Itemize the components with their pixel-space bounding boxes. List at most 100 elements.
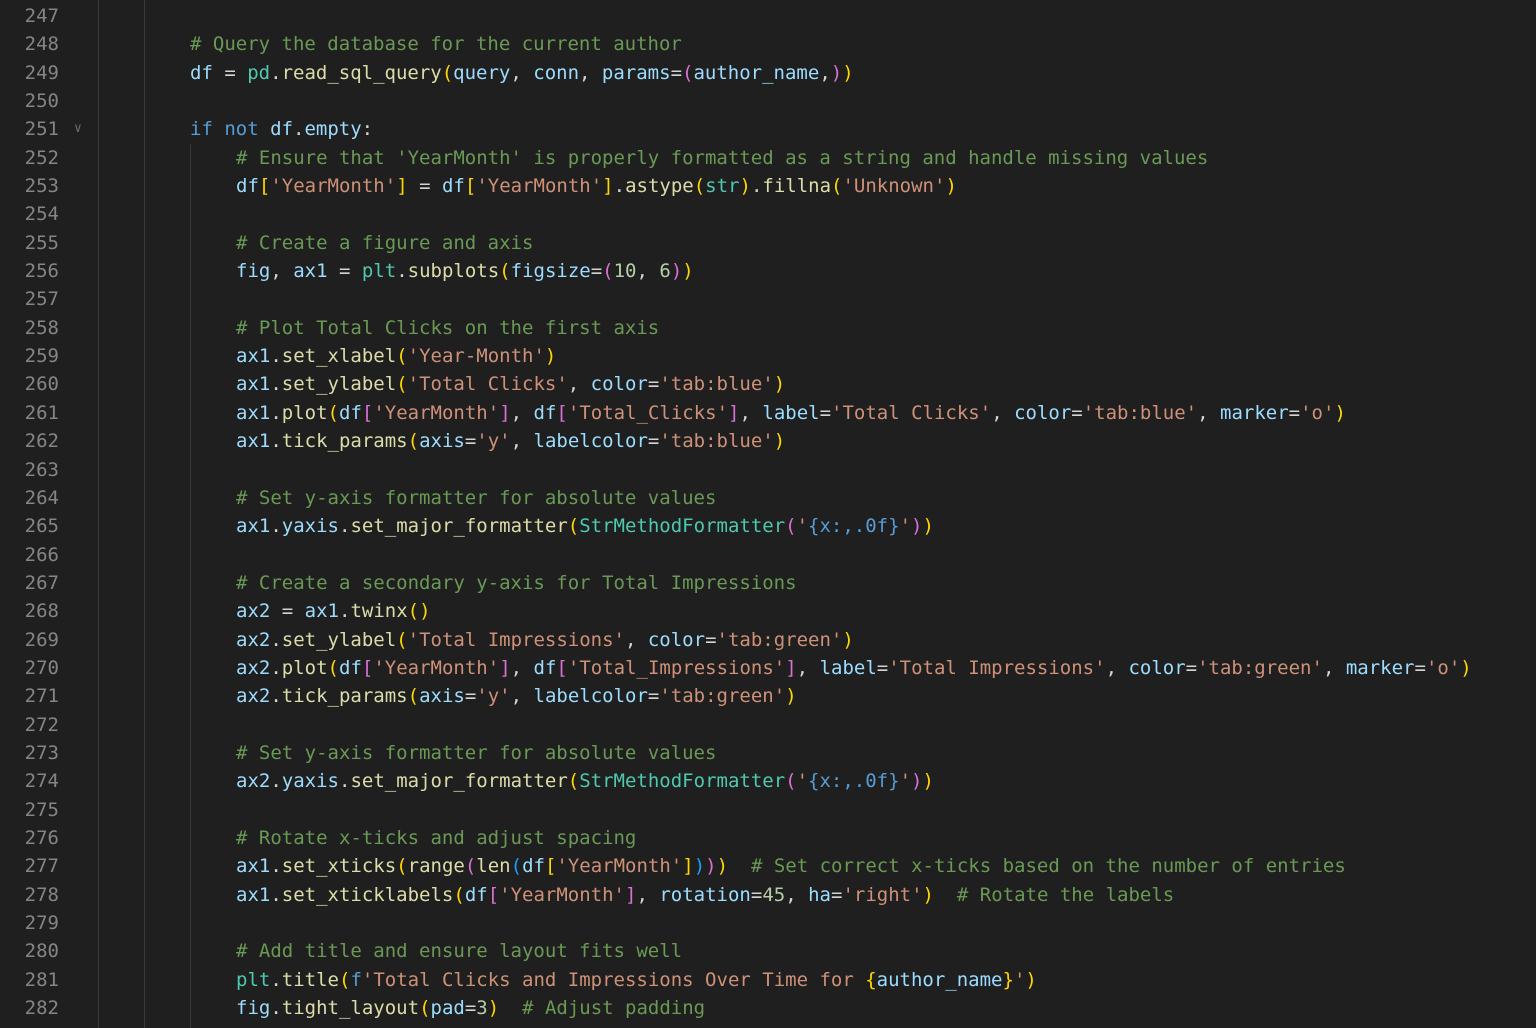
- code-line[interactable]: 272: [0, 711, 1536, 739]
- code-token: ,: [579, 61, 602, 84]
- code-token: axis: [419, 685, 465, 708]
- line-number: 260: [24, 373, 59, 396]
- code-token: .: [270, 373, 282, 396]
- code-token: (: [510, 855, 523, 878]
- code-token: 'Total Impressions': [407, 628, 625, 651]
- code-line[interactable]: 256 fig, ax1 = plt.subplots(figsize=(10, …: [0, 257, 1536, 285]
- code-token: 'YearMonth': [499, 883, 626, 906]
- code-token: (: [567, 770, 580, 793]
- code-token: set_ylabel: [281, 373, 397, 396]
- code-token: # Rotate x-ticks and adjust spacing: [236, 826, 637, 849]
- line-number: 252: [24, 146, 59, 169]
- code-line[interactable]: 276 # Rotate x-ticks and adjust spacing: [0, 824, 1536, 852]
- code-line[interactable]: 282 fig.tight_layout(pad=3) # Adjust padd…: [0, 994, 1536, 1022]
- code-line[interactable]: 263: [0, 456, 1536, 484]
- code-token: (: [453, 883, 465, 906]
- code-token: query: [453, 61, 511, 84]
- code-line[interactable]: 262 ax1.tick_params(axis='y', labelcolor=…: [0, 427, 1536, 455]
- code-token: ax2: [236, 600, 271, 623]
- code-line[interactable]: 280 # Add title and ensure layout fits we…: [0, 937, 1536, 965]
- code-line[interactable]: 266: [0, 541, 1536, 569]
- code-line[interactable]: 254: [0, 200, 1536, 228]
- code-line[interactable]: 268 ax2 = ax1.twinx(): [0, 597, 1536, 625]
- code-token: set_xlabel: [281, 345, 397, 368]
- code-line[interactable]: 277 ax1.set_xticks(range(len(df['YearMont…: [0, 852, 1536, 880]
- code-token: (: [419, 997, 431, 1020]
- code-token: {x:,.0f}: [808, 770, 900, 793]
- line-number: 271: [24, 685, 59, 708]
- code-token: ): [544, 345, 557, 368]
- code-token: labelcolor: [533, 685, 648, 708]
- code-token: ,: [624, 628, 648, 651]
- code-token: 'Total_Impressions': [567, 656, 786, 679]
- code-line[interactable]: 249 df = pd.read_sql_query(query, conn, p…: [0, 59, 1536, 87]
- code-line[interactable]: 271 ax2.tick_params(axis='y', labelcolor=…: [0, 682, 1536, 710]
- line-number: 256: [24, 260, 59, 283]
- line-number: 277: [24, 855, 59, 878]
- fold-chevron-down-icon[interactable]: ∨: [74, 115, 82, 143]
- code-token: 'Total Clicks': [831, 401, 992, 424]
- code-token: (: [567, 515, 580, 538]
- code-token: color: [590, 373, 648, 396]
- code-token: ): [945, 175, 957, 198]
- code-token: (: [682, 61, 694, 84]
- code-token: df: [270, 118, 294, 141]
- code-token: 'YearMonth': [556, 855, 683, 878]
- code-token: ): [682, 260, 694, 283]
- line-number: 254: [24, 203, 59, 226]
- code-token: .: [613, 175, 626, 198]
- code-token: # Create a secondary y-axis for Total Im…: [236, 571, 797, 594]
- code-line[interactable]: 265 ax1.yaxis.set_major_formatter(StrMeth…: [0, 512, 1536, 540]
- code-token: ): [1334, 401, 1346, 424]
- code-token: 'Total Clicks': [407, 373, 568, 396]
- code-token: (: [327, 401, 339, 424]
- code-token: StrMethodFormatter: [579, 770, 786, 793]
- line-content: ax1.set_xticklabels(df['YearMonth'], rot…: [236, 881, 1174, 909]
- code-line[interactable]: 261 ax1.plot(df['YearMonth'], df['Total_C…: [0, 399, 1536, 427]
- code-line[interactable]: 275: [0, 796, 1536, 824]
- code-line[interactable]: 260 ax1.set_ylabel('Total Clicks', color=…: [0, 370, 1536, 398]
- code-token: (: [327, 656, 339, 679]
- code-token: .: [270, 685, 282, 708]
- code-line[interactable]: 250: [0, 87, 1536, 115]
- code-line[interactable]: 248 # Query the database for the current …: [0, 30, 1536, 58]
- code-token: color: [1128, 656, 1186, 679]
- code-token: [: [361, 401, 374, 424]
- code-line[interactable]: 251 ∨ if not df.empty:: [0, 115, 1536, 143]
- code-token: 'YearMonth': [270, 175, 397, 198]
- code-line[interactable]: 253 df['YearMonth'] = df['YearMonth'].ast…: [0, 172, 1536, 200]
- code-line[interactable]: 274 ax2.yaxis.set_major_formatter(StrMeth…: [0, 767, 1536, 795]
- code-token: yaxis: [281, 515, 339, 538]
- code-line[interactable]: 252 # Ensure that 'YearMonth' is properly…: [0, 144, 1536, 172]
- code-line[interactable]: 269 ax2.set_ylabel('Total Impressions', c…: [0, 626, 1536, 654]
- code-line[interactable]: 247: [0, 2, 1536, 30]
- line-number: 276: [24, 826, 59, 849]
- code-line[interactable]: 257: [0, 285, 1536, 313]
- code-line[interactable]: 264 # Set y-axis formatter for absolute v…: [0, 484, 1536, 512]
- code-token: params: [601, 61, 671, 84]
- line-number: 279: [24, 912, 59, 934]
- code-line[interactable]: 255 # Create a figure and axis: [0, 229, 1536, 257]
- code-line[interactable]: 259 ax1.set_xlabel('Year-Month'): [0, 342, 1536, 370]
- code-line[interactable]: 267 # Create a secondary y-axis for Total…: [0, 569, 1536, 597]
- code-token: (: [693, 175, 706, 198]
- code-token: # Rotate the labels: [956, 883, 1175, 906]
- code-token: df: [464, 883, 488, 906]
- code-line[interactable]: 279: [0, 909, 1536, 937]
- code-token: 'Year-Month': [407, 345, 545, 368]
- code-line[interactable]: 258 # Plot Total Clicks on the first axis: [0, 314, 1536, 342]
- code-token: # Set correct x-ticks based on the numbe…: [750, 855, 1346, 878]
- code-token: ): [716, 855, 729, 878]
- code-line[interactable]: 281 plt.title(f'Total Clicks and Impressi…: [0, 966, 1536, 994]
- code-token: ax2: [236, 656, 271, 679]
- code-line[interactable]: 278 ax1.set_xticklabels(df['YearMonth'], …: [0, 881, 1536, 909]
- code-token: ,: [1197, 401, 1221, 424]
- code-line[interactable]: 273 # Set y-axis formatter for absolute v…: [0, 739, 1536, 767]
- code-line[interactable]: 270 ax2.plot(df['YearMonth'], df['Total_I…: [0, 654, 1536, 682]
- code-editor[interactable]: 247 248 # Query the database for the curre…: [0, 0, 1536, 1028]
- code-token: .: [270, 968, 282, 991]
- code-token: =: [1414, 656, 1426, 679]
- code-token: figsize: [510, 260, 591, 283]
- line-number: 262: [24, 430, 59, 453]
- line-content: # Create a figure and axis: [236, 229, 533, 257]
